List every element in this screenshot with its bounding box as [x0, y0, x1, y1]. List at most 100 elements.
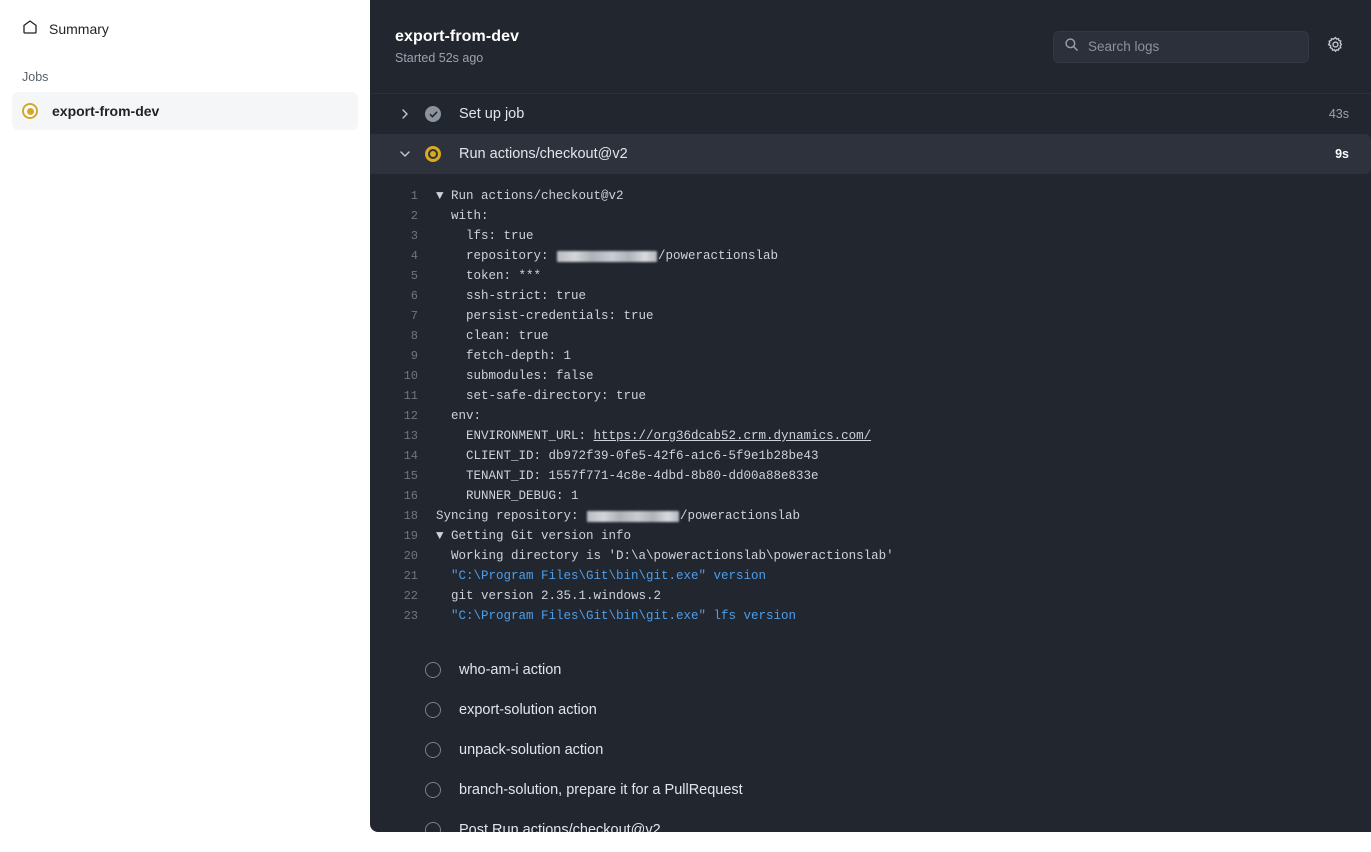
- log-line-text: ENVIRONMENT_URL: https://org36dcab52.crm…: [428, 429, 871, 443]
- step-label: Set up job: [459, 106, 1329, 122]
- log-line-text: "C:\Program Files\Git\bin\git.exe" versi…: [428, 569, 766, 583]
- log-line-number: 6: [370, 289, 428, 303]
- log-line: 16 RUNNER_DEBUG: 1: [370, 486, 1371, 506]
- log-line-number: 3: [370, 229, 428, 243]
- search-logs-box[interactable]: [1053, 31, 1309, 63]
- log-line: 12 env:: [370, 406, 1371, 426]
- check-circle-icon: [424, 105, 442, 123]
- log-line: 6 ssh-strict: true: [370, 286, 1371, 306]
- log-line-number: 1: [370, 189, 428, 203]
- log-line-text: Working directory is 'D:\a\poweractionsl…: [428, 549, 894, 563]
- log-line-text: ▼ Run actions/checkout@v2: [428, 189, 624, 203]
- log-line-text: RUNNER_DEBUG: 1: [428, 489, 579, 503]
- log-line: 23 "C:\Program Files\Git\bin\git.exe" lf…: [370, 606, 1371, 626]
- log-line-text: lfs: true: [428, 229, 534, 243]
- log-line: 3 lfs: true: [370, 226, 1371, 246]
- pending-circle-icon: [424, 781, 442, 799]
- step-row-pending[interactable]: branch-solution, prepare it for a PullRe…: [370, 770, 1371, 810]
- gear-icon: [1327, 36, 1344, 58]
- log-line: 20 Working directory is 'D:\a\poweractio…: [370, 546, 1371, 566]
- step-row-pending[interactable]: export-solution action: [370, 690, 1371, 730]
- pending-circle-icon: [424, 701, 442, 719]
- step-row-set-up-job[interactable]: Set up job 43s: [370, 94, 1371, 134]
- chevron-down-icon[interactable]: [395, 148, 415, 160]
- log-line-number: 4: [370, 249, 428, 263]
- log-line: 2 with:: [370, 206, 1371, 226]
- redacted-text: [587, 511, 679, 522]
- log-line: 19▼ Getting Git version info: [370, 526, 1371, 546]
- log-line-number: 19: [370, 529, 428, 543]
- log-line-number: 9: [370, 349, 428, 363]
- log-panel: export-from-dev Started 52s ago: [370, 0, 1371, 832]
- step-label: who-am-i action: [459, 662, 1371, 678]
- log-line-number: 2: [370, 209, 428, 223]
- log-line-text: Syncing repository: /poweractionslab: [428, 509, 800, 523]
- log-line: 10 submodules: false: [370, 366, 1371, 386]
- redacted-text: [557, 251, 657, 262]
- panel-header: export-from-dev Started 52s ago: [370, 0, 1371, 94]
- step-row-run-actions-checkout[interactable]: Run actions/checkout@v2 9s: [370, 134, 1371, 174]
- sidebar-item-summary-label: Summary: [49, 21, 109, 37]
- log-line: 1▼ Run actions/checkout@v2: [370, 186, 1371, 206]
- step-label: export-solution action: [459, 702, 1371, 718]
- search-icon: [1064, 37, 1079, 57]
- step-label: Run actions/checkout@v2: [459, 146, 1335, 162]
- log-line-text: clean: true: [428, 329, 549, 343]
- steps-list: Set up job 43s Run actions/checkout@v2 9…: [370, 94, 1371, 174]
- pending-circle-icon: [424, 661, 442, 679]
- sidebar-item-summary[interactable]: Summary: [12, 14, 358, 44]
- pending-circle-icon: [424, 741, 442, 759]
- log-line-number: 7: [370, 309, 428, 323]
- log-line: 8 clean: true: [370, 326, 1371, 346]
- log-line-number: 10: [370, 369, 428, 383]
- step-duration: 43s: [1329, 107, 1349, 121]
- log-line: 15 TENANT_ID: 1557f771-4c8e-4dbd-8b80-dd…: [370, 466, 1371, 486]
- step-row-pending[interactable]: Post Run actions/checkout@v2: [370, 810, 1371, 832]
- log-line-text: "C:\Program Files\Git\bin\git.exe" lfs v…: [428, 609, 796, 623]
- log-line-text: env:: [428, 409, 481, 423]
- log-line-number: 21: [370, 569, 428, 583]
- log-line: 22 git version 2.35.1.windows.2: [370, 586, 1371, 606]
- settings-button[interactable]: [1321, 33, 1349, 61]
- log-line-text: TENANT_ID: 1557f771-4c8e-4dbd-8b80-dd00a…: [428, 469, 819, 483]
- log-line-text: git version 2.35.1.windows.2: [428, 589, 661, 603]
- log-line-text: ▼ Getting Git version info: [428, 529, 631, 543]
- pending-steps-list: who-am-i action export-solution action unp…: [370, 640, 1371, 832]
- sidebar-job-label: export-from-dev: [52, 103, 159, 119]
- log-line-text: repository: /poweractionslab: [428, 249, 778, 263]
- log-line-text: with:: [428, 209, 489, 223]
- log-line-text: submodules: false: [428, 369, 594, 383]
- log-line: 18Syncing repository: /poweractionslab: [370, 506, 1371, 526]
- log-line: 14 CLIENT_ID: db972f39-0fe5-42f6-a1c6-5f…: [370, 446, 1371, 466]
- log-line-number: 5: [370, 269, 428, 283]
- step-row-pending[interactable]: who-am-i action: [370, 650, 1371, 690]
- step-row-pending[interactable]: unpack-solution action: [370, 730, 1371, 770]
- search-input[interactable]: [1088, 39, 1298, 54]
- log-line-number: 13: [370, 429, 428, 443]
- log-line: 4 repository: /poweractionslab: [370, 246, 1371, 266]
- log-line-number: 12: [370, 409, 428, 423]
- chevron-right-icon[interactable]: [395, 108, 415, 120]
- step-duration: 9s: [1335, 147, 1349, 161]
- jobs-heading: Jobs: [22, 70, 358, 84]
- log-line-number: 20: [370, 549, 428, 563]
- sidebar: Summary Jobs export-from-dev: [0, 0, 370, 852]
- log-link[interactable]: https://org36dcab52.crm.dynamics.com/: [594, 429, 872, 443]
- spinner-icon: [22, 103, 38, 119]
- log-line-text: persist-credentials: true: [428, 309, 654, 323]
- panel-header-titles: export-from-dev Started 52s ago: [395, 28, 519, 65]
- log-line-number: 22: [370, 589, 428, 603]
- log-line: 11 set-safe-directory: true: [370, 386, 1371, 406]
- log-line-number: 8: [370, 329, 428, 343]
- run-started-text: Started 52s ago: [395, 51, 519, 65]
- log-line: 13 ENVIRONMENT_URL: https://org36dcab52.…: [370, 426, 1371, 446]
- log-line-text: ssh-strict: true: [428, 289, 586, 303]
- log-line-number: 14: [370, 449, 428, 463]
- step-label: unpack-solution action: [459, 742, 1371, 758]
- log-line-text: token: ***: [428, 269, 541, 283]
- step-label: branch-solution, prepare it for a PullRe…: [459, 782, 1371, 798]
- log-line: 21 "C:\Program Files\Git\bin\git.exe" ve…: [370, 566, 1371, 586]
- pending-circle-icon: [424, 821, 442, 832]
- log-output[interactable]: 1▼ Run actions/checkout@v22 with:3 lfs: …: [370, 174, 1371, 640]
- sidebar-item-export-from-dev[interactable]: export-from-dev: [12, 92, 358, 130]
